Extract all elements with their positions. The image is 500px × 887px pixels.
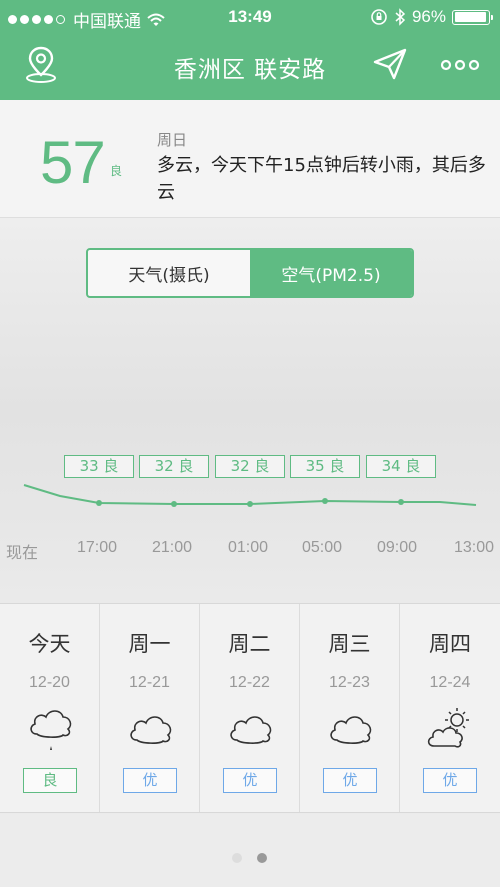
time-label: 21:00 <box>152 539 193 556</box>
aqi-value: 57 <box>40 129 106 196</box>
cloud-icon <box>130 716 172 744</box>
air-quality-badge: 优 <box>123 768 177 793</box>
chart-point <box>171 501 177 507</box>
day-name: 周二 <box>228 632 271 656</box>
chart-point <box>322 498 328 504</box>
day-date: 12-23 <box>329 674 370 691</box>
day-date: 12-21 <box>129 674 170 691</box>
air-quality-badge: 优 <box>323 768 377 793</box>
day-name: 周四 <box>429 632 471 656</box>
aqi-tag: 34 良 <box>366 455 436 478</box>
rotation-lock-icon <box>371 9 387 25</box>
day-column[interactable]: 周二 12-22 优 <box>200 604 300 812</box>
status-bar: 中国联通 13:49 96% <box>0 0 500 34</box>
air-quality-badge: 优 <box>223 768 277 793</box>
tab-air[interactable]: 空气(PM2.5) <box>250 250 412 296</box>
day-name: 周一 <box>128 632 171 656</box>
location-title: 香洲区 联安路 <box>173 57 327 83</box>
aqi-tag: 33 良 <box>64 455 134 478</box>
aqi-tag: 35 良 <box>290 455 360 478</box>
paper-plane-icon[interactable] <box>372 47 408 81</box>
cloud-rain-icon <box>30 710 72 750</box>
day-label: 周日 <box>157 131 188 149</box>
day-date: 12-24 <box>429 674 471 691</box>
footer <box>0 814 500 887</box>
air-quality-badge: 良 <box>23 768 77 793</box>
chart-point <box>247 501 253 507</box>
time-label: 17:00 <box>77 539 118 556</box>
aqi-tag: 32 良 <box>215 455 285 478</box>
chart-point <box>96 500 102 506</box>
daily-forecast: 今天 12-20 良 周一 12-21 优 周二 12-22 优 周三 12-23 优 周四 12-24 优 <box>0 603 500 813</box>
bluetooth-icon <box>395 8 406 26</box>
day-column[interactable]: 周四 12-24 优 <box>400 604 500 812</box>
battery-percent: 96% <box>411 7 446 26</box>
time-label: 13:00 <box>454 539 495 556</box>
page-dot[interactable] <box>232 853 242 863</box>
tab-weather[interactable]: 天气(摄氏) <box>88 250 250 296</box>
time-label: 现在 <box>6 545 39 562</box>
partly-sunny-icon <box>427 708 469 748</box>
aqi-tag: 32 良 <box>139 455 209 478</box>
day-name: 周三 <box>328 632 371 656</box>
chart-point <box>398 499 404 505</box>
day-column[interactable]: 周三 12-23 优 <box>300 604 400 812</box>
day-date: 12-22 <box>229 674 270 691</box>
time-label: 09:00 <box>377 539 418 556</box>
air-quality-badge: 优 <box>423 768 477 793</box>
cloud-icon <box>330 716 372 744</box>
day-name: 今天 <box>28 632 71 656</box>
nav-bar: 香洲区 联安路 <box>0 34 500 100</box>
cloud-icon <box>230 716 272 744</box>
time-label: 01:00 <box>228 539 269 556</box>
more-dots-icon[interactable] <box>440 59 480 71</box>
page-dot[interactable] <box>257 853 267 863</box>
day-date: 12-20 <box>29 674 70 691</box>
aqi-grade: 良 <box>110 164 123 178</box>
status-right: 96% <box>370 7 493 27</box>
pm25-line-chart <box>23 484 477 507</box>
battery-icon <box>452 9 493 25</box>
day-column[interactable]: 今天 12-20 良 <box>0 604 100 812</box>
day-column[interactable]: 周一 12-21 优 <box>100 604 200 812</box>
forecast-text: 多云，今天下午15点钟后转小雨，其后多云 <box>157 155 486 203</box>
weather-air-toggle: 天气(摄氏) 空气(PM2.5) <box>86 248 414 298</box>
time-label: 05:00 <box>302 539 343 556</box>
